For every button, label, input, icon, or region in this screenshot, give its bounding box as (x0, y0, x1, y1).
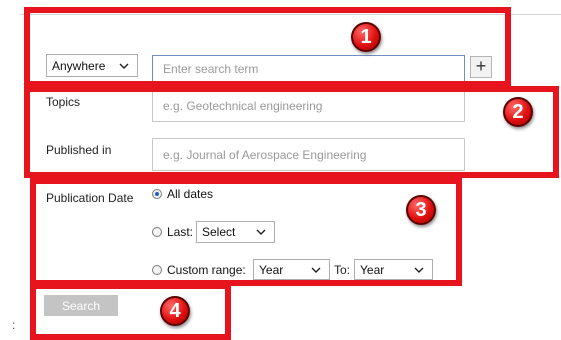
callout-box-2 (24, 86, 559, 178)
callout-badge-4: 4 (160, 296, 190, 326)
callout-badge-2: 2 (503, 97, 533, 127)
callout-box-1 (24, 7, 511, 87)
callout-box-4 (30, 283, 231, 340)
callout-box-3 (30, 178, 462, 286)
stray-text: : (12, 318, 16, 332)
callout-badge-1: 1 (351, 22, 381, 52)
callout-badge-3: 3 (406, 195, 436, 225)
